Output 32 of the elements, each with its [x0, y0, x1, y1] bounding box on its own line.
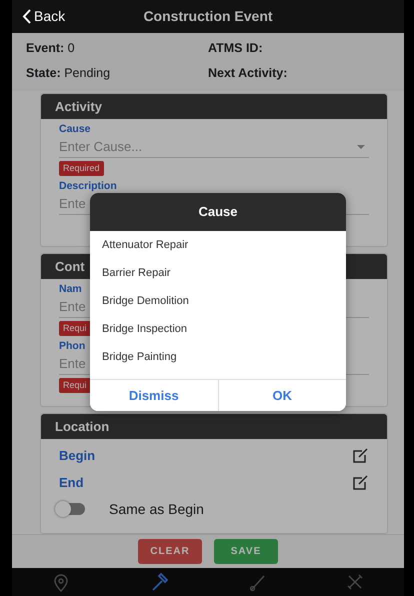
- info-field: Next Activity:: [208, 64, 390, 82]
- card-header: Activity: [41, 94, 387, 118]
- required-tag: Requi: [59, 320, 91, 336]
- card-header: Location: [41, 414, 387, 438]
- field-label: Phon: [59, 338, 86, 352]
- map-pin-icon[interactable]: [52, 572, 70, 592]
- info-field: Event: 0: [26, 39, 208, 58]
- required-tag: Requi: [59, 378, 91, 392]
- edit-icon[interactable]: [353, 448, 369, 462]
- back-button[interactable]: Back: [22, 6, 66, 27]
- field-label: Description: [59, 178, 117, 192]
- required-tag: Required: [59, 160, 104, 176]
- option-item[interactable]: Bridge Inspection: [90, 314, 346, 342]
- location-label: End: [59, 474, 84, 490]
- dialog-button[interactable]: OK: [218, 380, 346, 411]
- edit-icon[interactable]: [353, 474, 369, 490]
- dialog-title: Cause: [90, 193, 346, 230]
- option-item[interactable]: Bridge Painting: [90, 342, 346, 370]
- location-label: Begin: [59, 446, 96, 464]
- info-field: State: Pending: [26, 64, 208, 82]
- caret-icon: [357, 144, 365, 148]
- hammer-icon[interactable]: [150, 572, 168, 592]
- info-field: ATMS ID:: [208, 39, 390, 58]
- field-label: Cause: [59, 122, 91, 136]
- dropdown-field[interactable]: Enter Cause...: [59, 136, 369, 158]
- toggle-label: Same as Begin: [109, 500, 204, 518]
- field-label: Nam: [59, 282, 82, 296]
- option-item[interactable]: Bridge Demolition: [90, 286, 346, 314]
- dialog-button[interactable]: Dismiss: [90, 380, 218, 411]
- screen-title: Construction Event: [142, 7, 274, 26]
- back-chevron-icon: [22, 9, 31, 24]
- tools-icon[interactable]: [346, 572, 364, 592]
